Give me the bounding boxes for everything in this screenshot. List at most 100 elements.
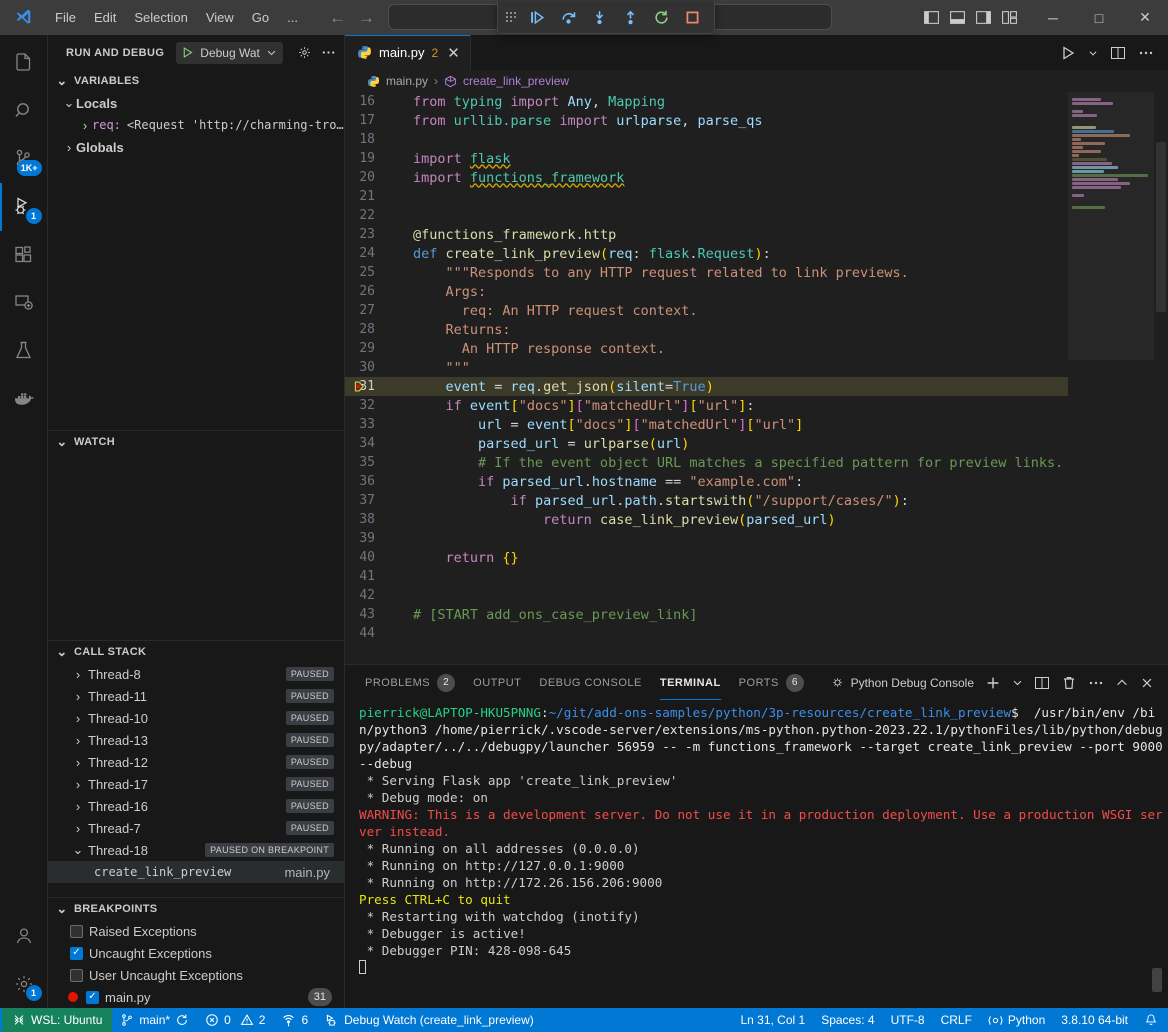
- code-line[interactable]: 42: [345, 586, 1068, 605]
- more-actions-icon[interactable]: [321, 45, 336, 60]
- debug-continue-button[interactable]: [523, 4, 551, 30]
- go-forward-icon[interactable]: →: [358, 8, 375, 28]
- menu-more[interactable]: ...: [278, 7, 307, 28]
- activity-accounts[interactable]: [0, 912, 48, 960]
- thread-row[interactable]: › Thread-17 PAUSED: [48, 773, 344, 795]
- activity-testing[interactable]: [0, 327, 48, 375]
- terminal-prompt-cursor[interactable]: [359, 959, 1168, 976]
- tab-terminal[interactable]: TERMINAL: [660, 665, 721, 700]
- code-line[interactable]: 25 """Responds to any HTTP request relat…: [345, 263, 1068, 282]
- new-terminal-icon[interactable]: [985, 675, 1001, 691]
- more-actions-icon[interactable]: [1088, 675, 1104, 691]
- code-line[interactable]: 20import functions_framework: [345, 168, 1068, 187]
- code-lines[interactable]: 16from typing import Any, Mapping17from …: [345, 92, 1068, 664]
- tab-output[interactable]: OUTPUT: [473, 665, 521, 700]
- terminal-output[interactable]: pierrick@LAPTOP-HKU5PNNG:~/git/add-ons-s…: [345, 700, 1168, 1008]
- breakpoint-uncaught-exceptions[interactable]: ✓ Uncaught Exceptions: [48, 942, 344, 964]
- status-interpreter[interactable]: 3.8.10 64-bit: [1053, 1008, 1136, 1032]
- status-language-mode[interactable]: Python: [980, 1008, 1053, 1032]
- gear-icon[interactable]: [297, 45, 312, 60]
- split-editor-icon[interactable]: [1110, 45, 1126, 61]
- status-encoding[interactable]: UTF-8: [883, 1008, 933, 1032]
- code-line[interactable]: 39: [345, 529, 1068, 548]
- code-line[interactable]: 31 event = req.get_json(silent=True): [345, 377, 1068, 396]
- code-line[interactable]: 22: [345, 206, 1068, 225]
- code-line[interactable]: 23@functions_framework.http: [345, 225, 1068, 244]
- code-line[interactable]: 38 return case_link_preview(parsed_url): [345, 510, 1068, 529]
- code-line[interactable]: 30 """: [345, 358, 1068, 377]
- run-python-file-icon[interactable]: [1060, 45, 1076, 61]
- breakpoint-user-uncaught-exceptions[interactable]: User Uncaught Exceptions: [48, 964, 344, 986]
- code-line[interactable]: 34 parsed_url = urlparse(url): [345, 434, 1068, 453]
- thread-row[interactable]: › Thread-11 PAUSED: [48, 685, 344, 707]
- thread-row[interactable]: › Thread-12 PAUSED: [48, 751, 344, 773]
- code-line[interactable]: 21: [345, 187, 1068, 206]
- status-indentation[interactable]: Spaces: 4: [813, 1008, 882, 1032]
- breakpoint-current-arrow-icon[interactable]: [351, 377, 367, 396]
- code-editor[interactable]: 16from typing import Any, Mapping17from …: [345, 92, 1168, 664]
- tab-close-icon[interactable]: ✕: [447, 44, 460, 62]
- debug-step-into-button[interactable]: [585, 4, 613, 30]
- code-line[interactable]: 17from urllib.parse import urlparse, par…: [345, 111, 1068, 130]
- terminal-scrollbar-thumb[interactable]: [1152, 968, 1162, 992]
- drag-handle-icon[interactable]: [506, 12, 518, 22]
- trash-icon[interactable]: [1061, 675, 1077, 691]
- close-panel-icon[interactable]: [1140, 676, 1154, 690]
- checkbox[interactable]: [70, 925, 83, 938]
- debug-step-over-button[interactable]: [554, 4, 582, 30]
- close-button[interactable]: ✕: [1122, 0, 1168, 35]
- activity-explorer[interactable]: [0, 39, 48, 87]
- thread-row[interactable]: › Thread-16 PAUSED: [48, 795, 344, 817]
- stack-frame-row[interactable]: create_link_preview main.py: [48, 861, 344, 883]
- code-line[interactable]: 29 An HTTP response context.: [345, 339, 1068, 358]
- minimap[interactable]: [1068, 92, 1154, 664]
- activity-extensions[interactable]: [0, 231, 48, 279]
- variables-header[interactable]: ⌄ VARIABLES: [48, 70, 344, 92]
- maximize-button[interactable]: □: [1076, 0, 1122, 35]
- activity-remote-explorer[interactable]: [0, 279, 48, 327]
- code-line[interactable]: 28 Returns:: [345, 320, 1068, 339]
- go-back-icon[interactable]: ←: [329, 8, 346, 28]
- activity-source-control[interactable]: 1K+: [0, 135, 48, 183]
- code-line[interactable]: 33 url = event["docs"]["matchedUrl"]["ur…: [345, 415, 1068, 434]
- status-branch[interactable]: main*: [112, 1008, 197, 1032]
- thread-row[interactable]: › Thread-10 PAUSED: [48, 707, 344, 729]
- thread-row[interactable]: › Thread-13 PAUSED: [48, 729, 344, 751]
- code-line[interactable]: 26 Args:: [345, 282, 1068, 301]
- menu-go[interactable]: Go: [243, 7, 278, 28]
- checkbox[interactable]: [70, 969, 83, 982]
- status-eol[interactable]: CRLF: [933, 1008, 980, 1032]
- variables-scope-globals[interactable]: › Globals: [48, 136, 344, 158]
- code-line[interactable]: 16from typing import Any, Mapping: [345, 92, 1068, 111]
- code-line[interactable]: 40 return {}: [345, 548, 1068, 567]
- tab-debug-console[interactable]: DEBUG CONSOLE: [539, 665, 641, 700]
- split-terminal-icon[interactable]: [1034, 675, 1050, 691]
- thread-row[interactable]: › Thread-8 PAUSED: [48, 663, 344, 685]
- tab-ports[interactable]: PORTS 6: [739, 665, 804, 700]
- code-line[interactable]: 18: [345, 130, 1068, 149]
- breakpoints-header[interactable]: ⌄ BREAKPOINTS: [48, 898, 344, 920]
- activity-search[interactable]: [0, 87, 48, 135]
- minimize-button[interactable]: ─: [1030, 0, 1076, 35]
- menu-edit[interactable]: Edit: [85, 7, 125, 28]
- code-line[interactable]: 27 req: An HTTP request context.: [345, 301, 1068, 320]
- breakpoint-main-py[interactable]: ✓ main.py 31: [48, 986, 344, 1008]
- debug-launch-selector[interactable]: Debug Wat: [176, 42, 283, 64]
- status-cursor-position[interactable]: Ln 31, Col 1: [732, 1008, 813, 1032]
- breadcrumb-file[interactable]: main.py: [386, 74, 428, 88]
- toggle-panel-icon[interactable]: [949, 9, 966, 26]
- code-line[interactable]: 35 # If the event object URL matches a s…: [345, 453, 1068, 472]
- debug-restart-button[interactable]: [647, 4, 675, 30]
- minimap-slider[interactable]: [1068, 92, 1154, 360]
- run-options-chevron-icon[interactable]: [1088, 48, 1098, 58]
- scrollbar-thumb[interactable]: [1156, 142, 1166, 312]
- chevron-up-icon[interactable]: [1115, 676, 1129, 690]
- code-line[interactable]: 44: [345, 624, 1068, 643]
- call-stack-header[interactable]: ⌄ CALL STACK: [48, 641, 344, 663]
- variables-scope-locals[interactable]: ⌄ Locals: [48, 92, 344, 114]
- toggle-primary-sidebar-icon[interactable]: [923, 9, 940, 26]
- customize-layout-icon[interactable]: [1001, 9, 1018, 26]
- chevron-down-icon[interactable]: [1012, 677, 1023, 688]
- activity-docker[interactable]: [0, 375, 48, 423]
- code-line[interactable]: 41: [345, 567, 1068, 586]
